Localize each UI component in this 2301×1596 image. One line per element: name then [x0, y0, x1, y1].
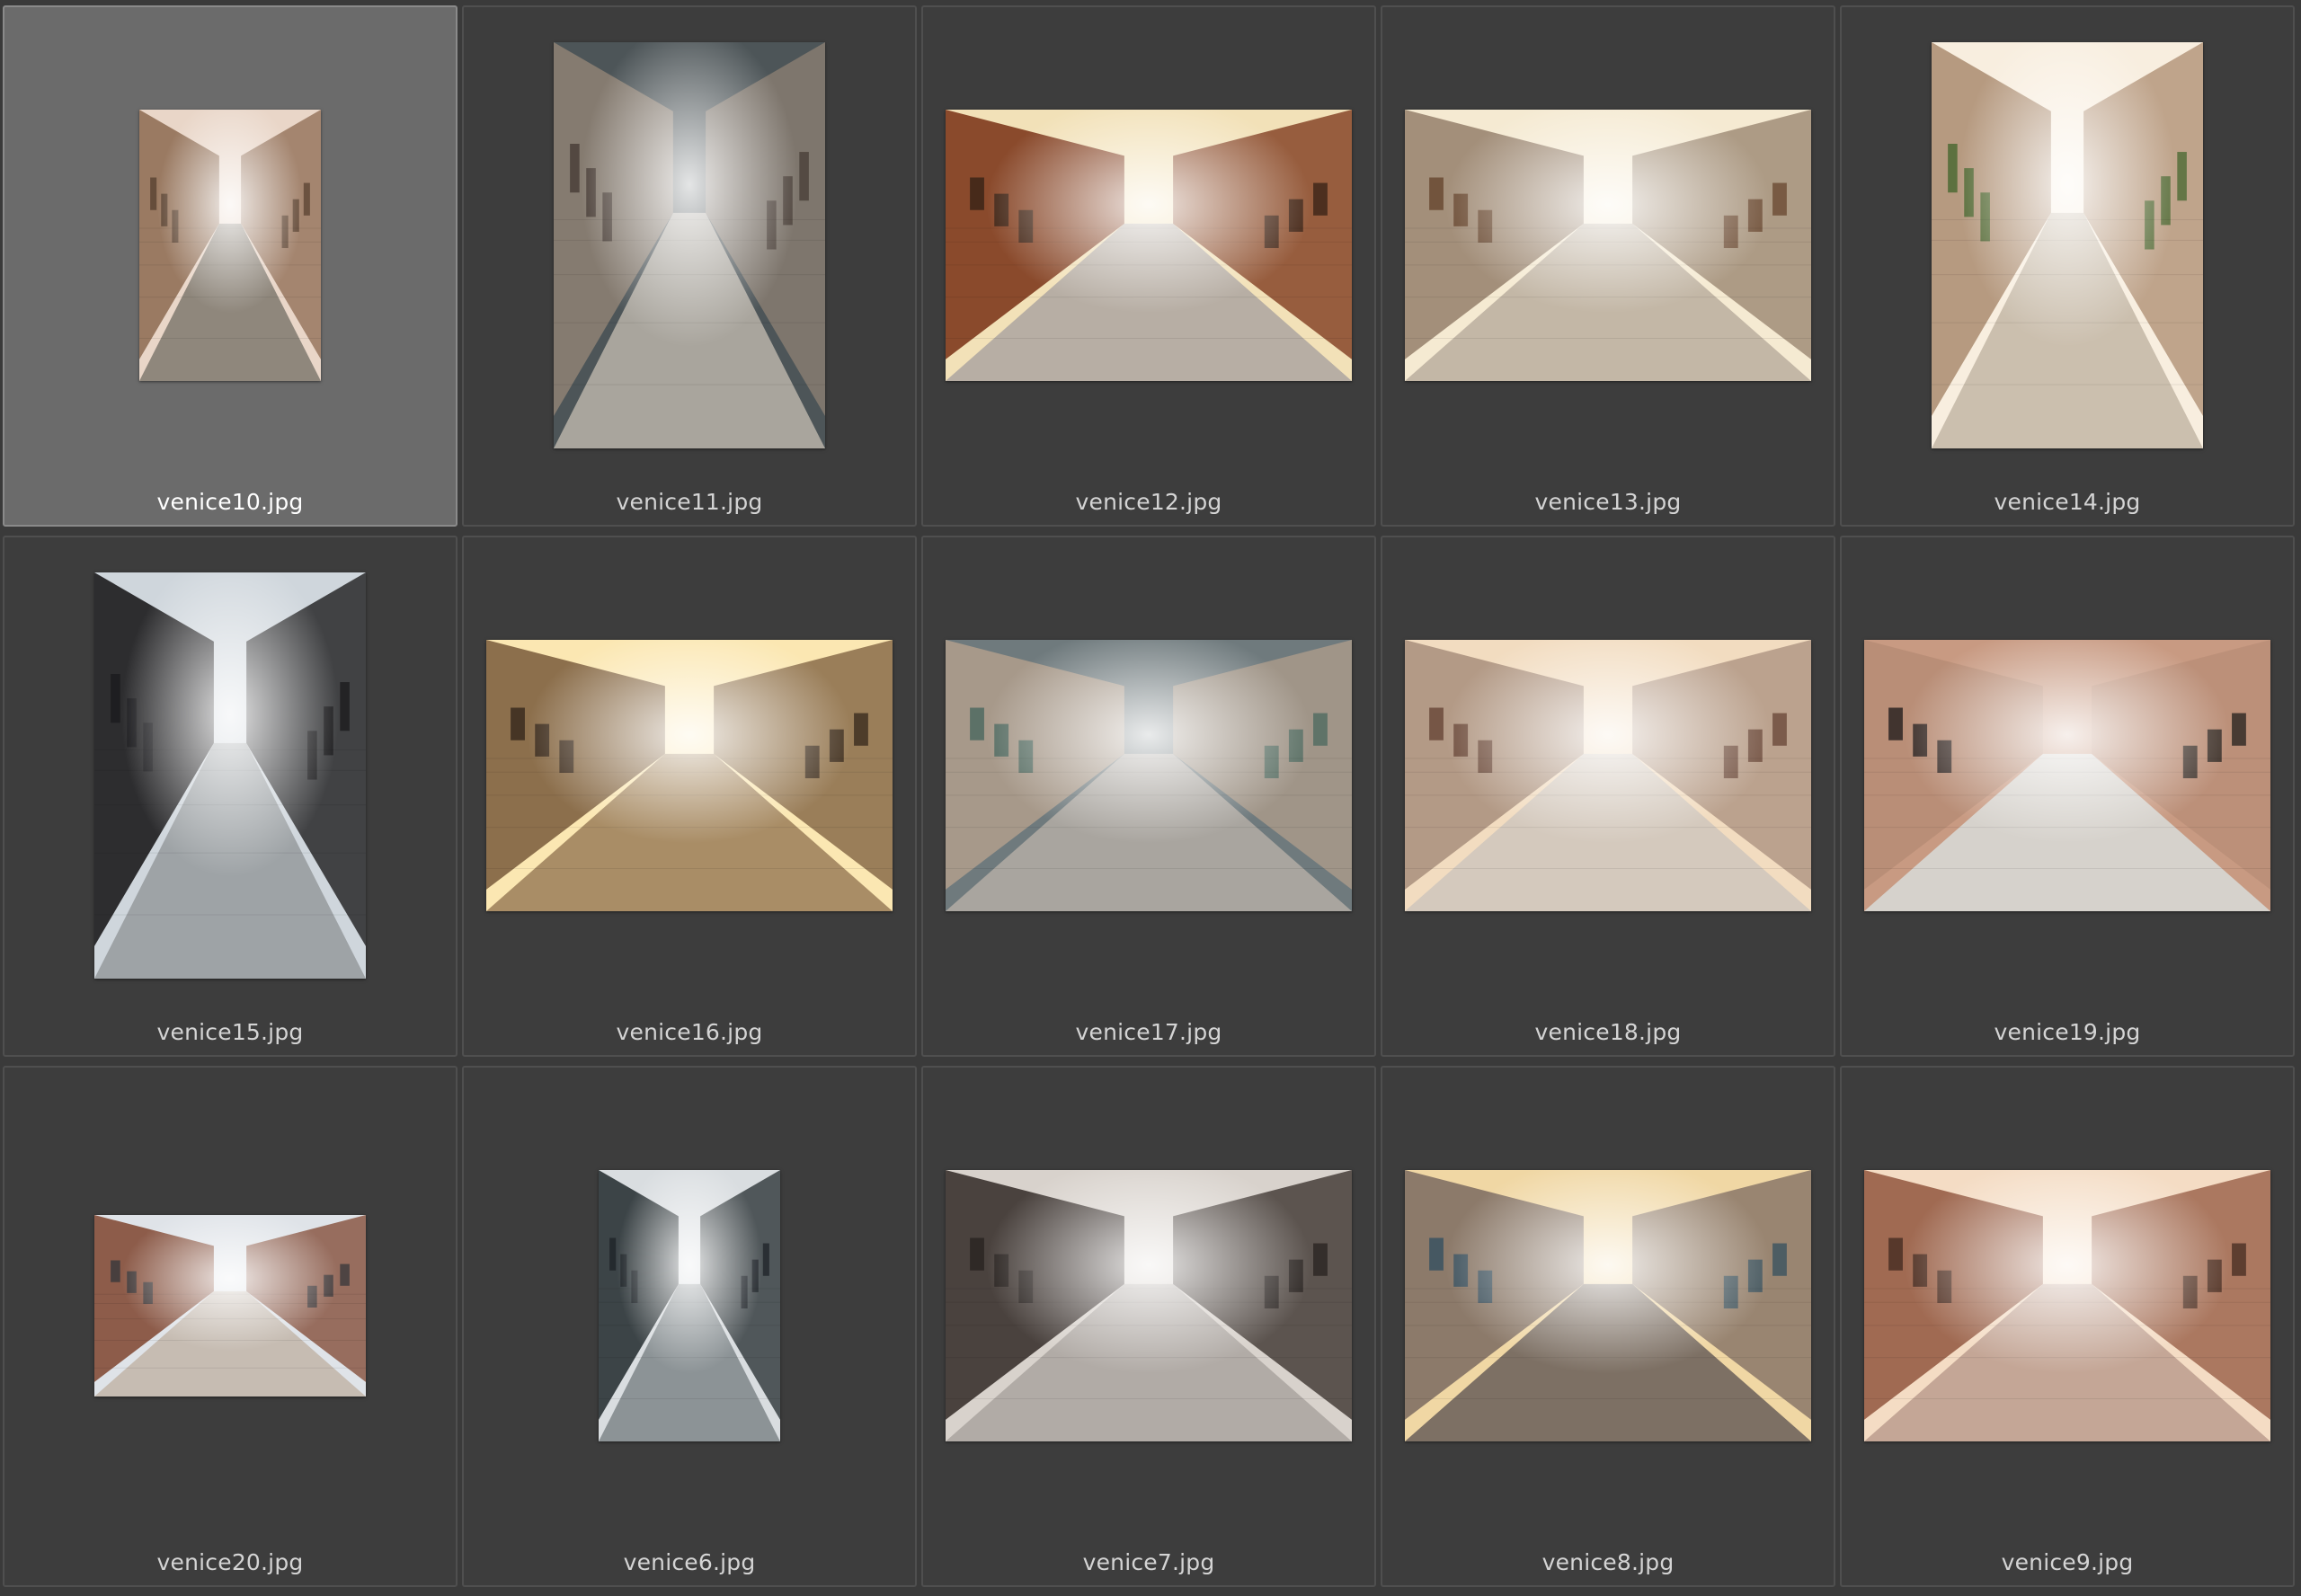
- thumbnail-cell[interactable]: venice13.jpg: [1381, 5, 1835, 527]
- thumbnail-image[interactable]: [599, 1170, 780, 1441]
- thumbnail-image[interactable]: [946, 110, 1352, 381]
- thumbnail-image[interactable]: [94, 572, 366, 979]
- thumbnail-cell[interactable]: venice11.jpg: [462, 5, 917, 527]
- thumbnail-frame: [464, 1068, 915, 1508]
- thumbnail-image[interactable]: [139, 110, 321, 381]
- thumbnail-image[interactable]: [946, 1170, 1352, 1441]
- thumbnail-cell[interactable]: venice12.jpg: [921, 5, 1376, 527]
- thumbnail-image[interactable]: [486, 640, 893, 911]
- thumbnail-filename: venice8.jpg: [1541, 1549, 1675, 1575]
- thumbnail-grid: venice10.jpg venice11.jpg venice12.jpg veni…: [0, 0, 2301, 1596]
- thumbnail-frame: [1382, 537, 1834, 978]
- thumbnail-image[interactable]: [946, 640, 1352, 911]
- thumbnail-filename: venice14.jpg: [1994, 489, 2141, 515]
- thumbnail-filename: venice11.jpg: [616, 489, 763, 515]
- thumbnail-frame: [464, 537, 915, 978]
- thumbnail-cell[interactable]: venice20.jpg: [3, 1066, 458, 1587]
- thumbnail-frame: [4, 537, 456, 979]
- thumbnail-cell[interactable]: venice16.jpg: [462, 536, 917, 1057]
- thumbnail-frame: [1842, 7, 2293, 448]
- thumbnail-cell[interactable]: venice8.jpg: [1381, 1066, 1835, 1587]
- thumbnail-filename: venice18.jpg: [1534, 1019, 1682, 1045]
- thumbnail-frame: [4, 1068, 456, 1508]
- thumbnail-frame: [923, 1068, 1374, 1508]
- thumbnail-frame: [1382, 7, 1834, 448]
- thumbnail-filename: venice17.jpg: [1075, 1019, 1222, 1045]
- thumbnail-filename: venice6.jpg: [623, 1549, 756, 1575]
- thumbnail-cell[interactable]: venice10.jpg: [3, 5, 458, 527]
- thumbnail-image[interactable]: [1932, 42, 2203, 448]
- thumbnail-frame: [1842, 1068, 2293, 1508]
- thumbnail-filename: venice9.jpg: [2001, 1549, 2134, 1575]
- thumbnail-cell[interactable]: venice6.jpg: [462, 1066, 917, 1587]
- thumbnail-frame: [923, 537, 1374, 978]
- thumbnail-frame: [1842, 537, 2293, 978]
- thumbnail-filename: venice15.jpg: [156, 1019, 304, 1045]
- thumbnail-cell[interactable]: venice19.jpg: [1840, 536, 2295, 1057]
- thumbnail-cell[interactable]: venice17.jpg: [921, 536, 1376, 1057]
- thumbnail-image[interactable]: [1405, 1170, 1811, 1441]
- thumbnail-frame: [923, 7, 1374, 448]
- thumbnail-cell[interactable]: venice14.jpg: [1840, 5, 2295, 527]
- thumbnail-filename: venice12.jpg: [1075, 489, 1222, 515]
- thumbnail-filename: venice7.jpg: [1082, 1549, 1215, 1575]
- thumbnail-frame: [464, 7, 915, 448]
- thumbnail-cell[interactable]: venice9.jpg: [1840, 1066, 2295, 1587]
- thumbnail-image[interactable]: [1864, 640, 2270, 911]
- thumbnail-image[interactable]: [1864, 1170, 2270, 1441]
- thumbnail-filename: venice20.jpg: [156, 1549, 304, 1575]
- thumbnail-image[interactable]: [554, 42, 825, 448]
- thumbnail-image[interactable]: [1405, 110, 1811, 381]
- thumbnail-frame: [4, 7, 456, 448]
- thumbnail-filename: venice13.jpg: [1534, 489, 1682, 515]
- thumbnail-image[interactable]: [94, 1215, 366, 1396]
- thumbnail-filename: venice16.jpg: [616, 1019, 763, 1045]
- thumbnail-cell[interactable]: venice18.jpg: [1381, 536, 1835, 1057]
- thumbnail-cell[interactable]: venice15.jpg: [3, 536, 458, 1057]
- thumbnail-cell[interactable]: venice7.jpg: [921, 1066, 1376, 1587]
- thumbnail-filename: venice10.jpg: [156, 489, 304, 515]
- thumbnail-filename: venice19.jpg: [1994, 1019, 2141, 1045]
- thumbnail-image[interactable]: [1405, 640, 1811, 911]
- thumbnail-frame: [1382, 1068, 1834, 1508]
